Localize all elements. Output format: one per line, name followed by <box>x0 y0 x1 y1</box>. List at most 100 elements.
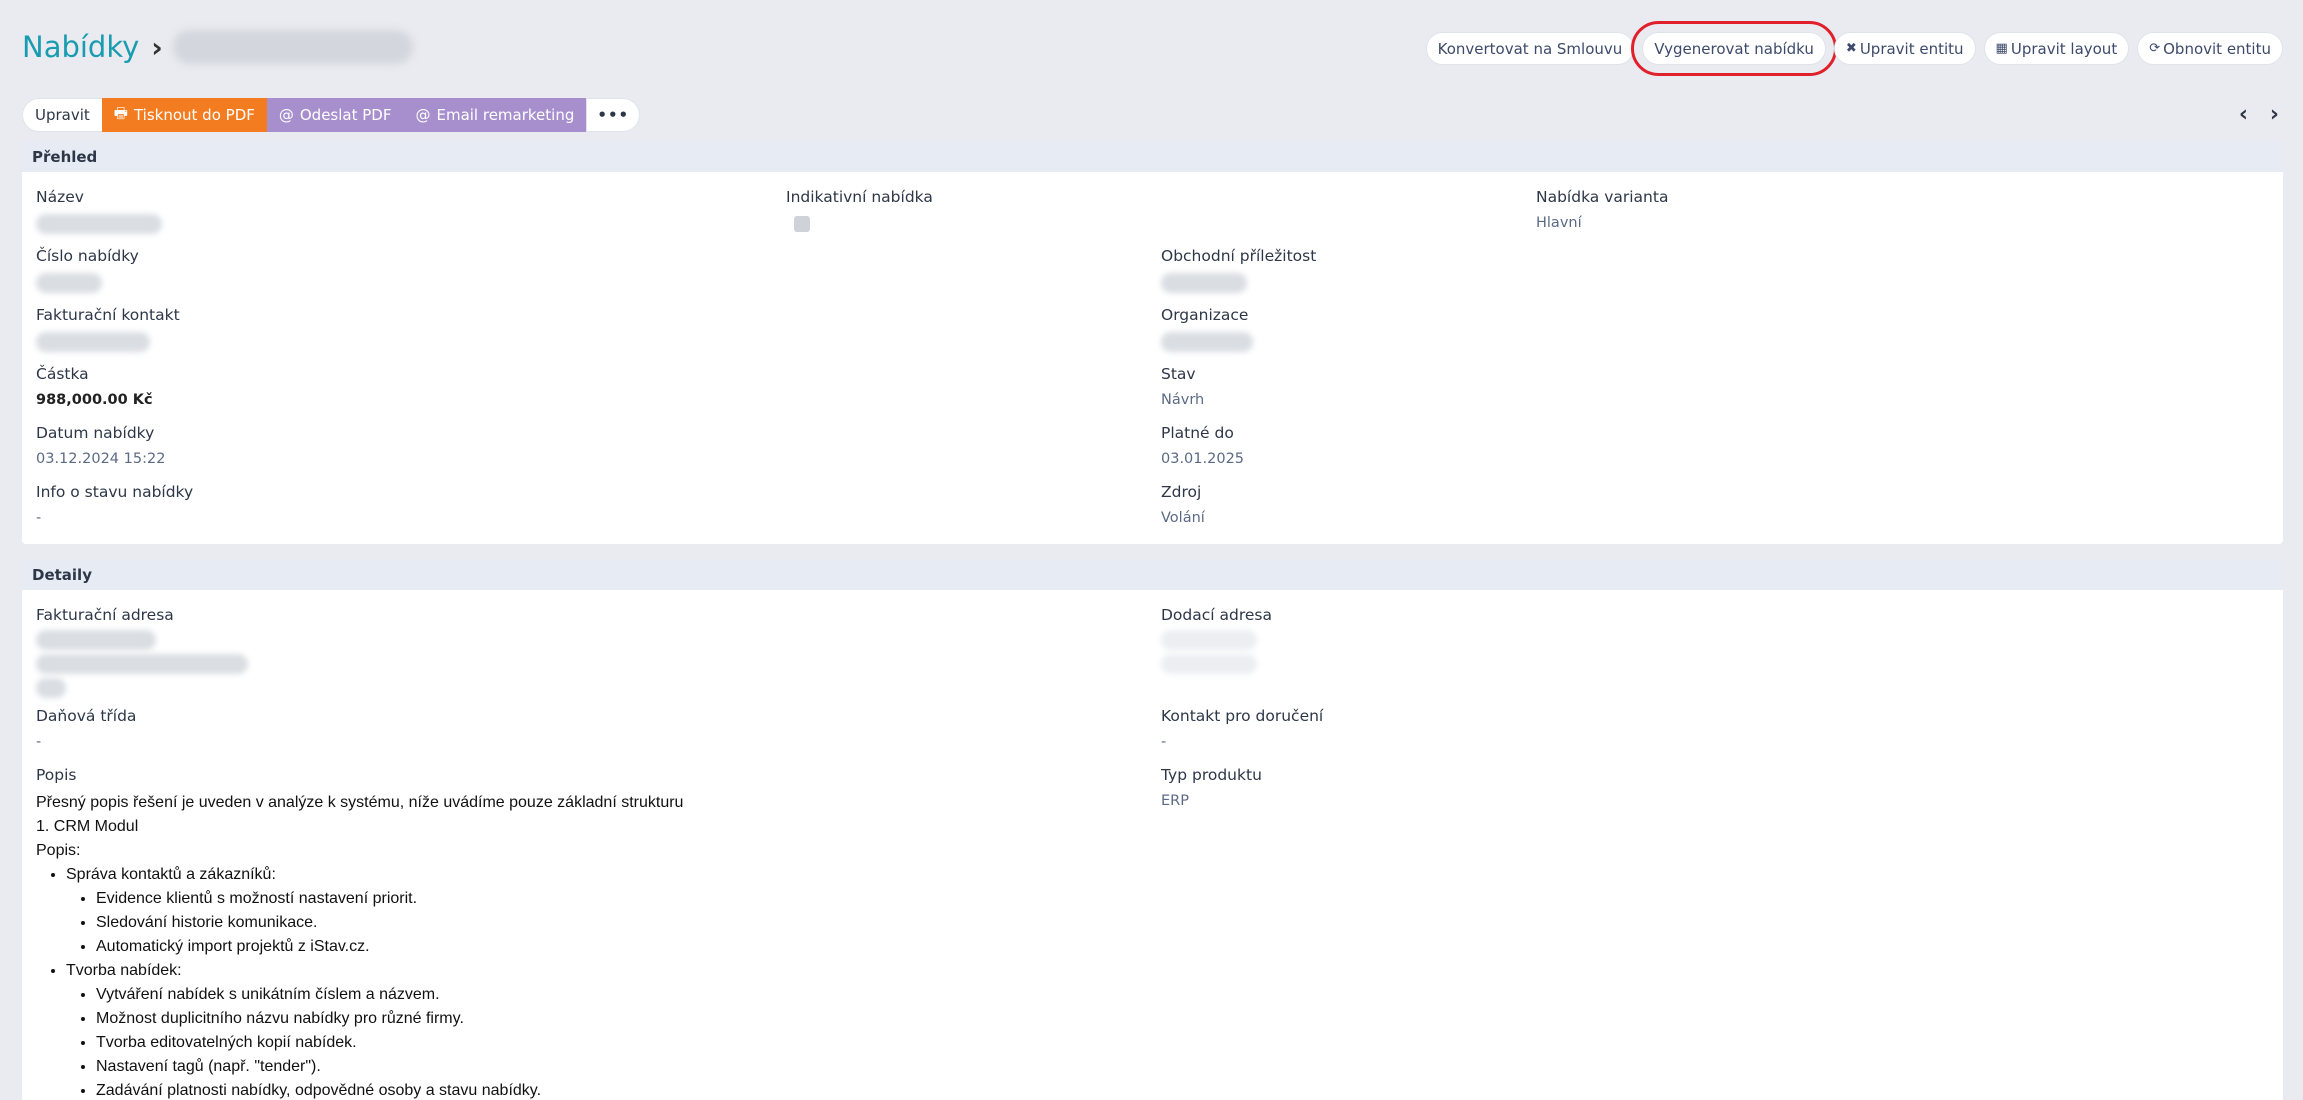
redacted-value <box>36 273 102 293</box>
next-record-button[interactable]: › <box>2270 102 2279 127</box>
list-item: Nastavení tagů (např. "tender"). <box>96 1055 683 1079</box>
record-toolbar: Upravit 🖶 Tisknout do PDF @ Odeslat PDF … <box>22 98 641 132</box>
field-label: Fakturační kontakt <box>36 306 180 324</box>
description-heading: Popis: <box>36 842 81 859</box>
field-value: 03.01.2025 <box>1161 451 1245 467</box>
field-cislo: Číslo nabídky <box>36 247 139 293</box>
description-sections: Správa kontaktů a zákazníků: Evidence kl… <box>36 863 683 1100</box>
breadcrumb-record-name-redacted <box>172 30 413 64</box>
field-value: ERP <box>1161 793 1189 809</box>
convert-to-contract-button[interactable]: Konvertovat na Smlouvu <box>1425 32 1635 65</box>
field-label: Organizace <box>1161 306 1249 324</box>
breadcrumb-root-link[interactable]: Nabídky <box>22 30 139 64</box>
redacted-value <box>1161 630 1257 650</box>
email-remarketing-label: Email remarketing <box>436 106 575 124</box>
list-item: Automatický import projektů z iStav.cz. <box>96 935 683 959</box>
email-remarketing-button[interactable]: @ Email remarketing <box>403 98 587 132</box>
list-item: Tvorba nabídek: Vytváření nabídek s unik… <box>66 959 683 1100</box>
field-label: Fakturační adresa <box>36 606 174 624</box>
field-label: Dodací adresa <box>1161 606 1272 624</box>
field-value: Hlavní <box>1536 215 1582 231</box>
header-actions: Konvertovat na Smlouvu Vygenerovat nabíd… <box>1425 21 2283 76</box>
field-varianta: Nabídka varianta Hlavní <box>1536 188 1668 231</box>
redacted-value <box>36 630 156 650</box>
list-item: Správa kontaktů a zákazníků: Evidence kl… <box>66 863 683 959</box>
section-title: Tvorba nabídek: <box>66 962 182 979</box>
field-value: 03.12.2024 15:22 <box>36 451 166 467</box>
field-fakturacni-kontakt: Fakturační kontakt <box>36 306 180 352</box>
send-pdf-label: Odeslat PDF <box>299 106 392 124</box>
edit-entity-label: Upravit entitu <box>1859 39 1964 58</box>
wrench-icon: ✖ <box>1845 41 1857 56</box>
indicative-checkbox[interactable] <box>794 216 810 232</box>
field-value: - <box>36 510 42 526</box>
list-item: Možnost duplicitního názvu nabídky pro r… <box>96 1007 683 1031</box>
previous-record-button[interactable]: ‹ <box>2239 102 2248 127</box>
description-module: 1. CRM Modul <box>36 818 139 835</box>
field-popis: Popis <box>36 766 77 784</box>
field-datum: Datum nabídky 03.12.2024 15:22 <box>36 424 165 467</box>
redacted-value <box>36 214 162 234</box>
field-label: Obchodní příležitost <box>1161 247 1317 265</box>
field-info: Info o stavu nabídky - <box>36 483 193 526</box>
field-label: Popis <box>36 766 77 784</box>
field-indikativni: Indikativní nabídka <box>786 188 933 232</box>
edit-layout-button[interactable]: ▦ Upravit layout <box>1983 32 2130 65</box>
field-label: Datum nabídky <box>36 424 155 442</box>
field-label: Info o stavu nabídky <box>36 483 194 501</box>
list-item: Sledování historie komunikace. <box>96 911 683 935</box>
field-danova: Daňová třída - <box>36 707 136 750</box>
field-nazev: Název <box>36 188 162 234</box>
description-intro: Přesný popis řešení je uveden v analýze … <box>36 794 684 811</box>
redacted-value <box>1161 273 1247 293</box>
field-label: Stav <box>1161 365 1196 383</box>
field-stav: Stav Návrh <box>1161 365 1204 408</box>
field-label: Indikativní nabídka <box>786 188 933 206</box>
details-title: Detaily <box>22 560 2283 590</box>
field-fakturacni-adresa: Fakturační adresa <box>36 606 248 698</box>
edit-entity-button[interactable]: ✖ Upravit entitu <box>1833 32 1976 65</box>
list-item: Tvorba editovatelných kopií nabídek. <box>96 1031 683 1055</box>
top-bar: Nabídky › Konvertovat na Smlouvu Vygener… <box>22 21 2283 76</box>
field-label: Platné do <box>1161 424 1234 442</box>
field-label: Částka <box>36 365 89 383</box>
details-panel: Detaily Fakturační adresa Dodací adresa … <box>22 560 2283 1100</box>
at-icon: @ <box>415 106 431 124</box>
field-kontakt: Kontakt pro doručení - <box>1161 707 1323 750</box>
table-icon: ▦ <box>1995 41 2008 56</box>
convert-to-contract-label: Konvertovat na Smlouvu <box>1437 39 1623 58</box>
generate-offer-button[interactable]: Vygenerovat nabídku <box>1631 21 1837 76</box>
field-value: 988,000.00 Kč <box>36 392 153 408</box>
overview-panel: Přehled Název Indikativní nabídka Nabídk… <box>22 142 2283 544</box>
field-label: Nabídka varianta <box>1536 188 1669 206</box>
more-actions-button[interactable]: ••• <box>586 98 641 132</box>
breadcrumb: Nabídky › <box>22 24 413 70</box>
field-label: Daňová třída <box>36 707 137 725</box>
edit-layout-label: Upravit layout <box>2010 39 2118 58</box>
field-typ: Typ produktu ERP <box>1161 766 1262 809</box>
field-organizace: Organizace <box>1161 306 1253 352</box>
at-icon: @ <box>278 106 294 124</box>
field-platne: Platné do 03.01.2025 <box>1161 424 1244 467</box>
field-label: Typ produktu <box>1161 766 1262 784</box>
redacted-value <box>36 332 150 352</box>
refresh-entity-button[interactable]: ⟳ Obnovit entitu <box>2137 32 2283 65</box>
field-label: Zdroj <box>1161 483 1202 501</box>
list-item: Vytváření nabídek s unikátním číslem a n… <box>96 983 683 1007</box>
list-item: Evidence klientů s možností nastavení pr… <box>96 887 683 911</box>
redacted-value <box>36 654 248 674</box>
field-dodaci-adresa: Dodací adresa <box>1161 606 1272 674</box>
breadcrumb-separator: › <box>151 30 163 64</box>
print-pdf-button[interactable]: 🖶 Tisknout do PDF <box>101 98 267 132</box>
description-body: Přesný popis řešení je uveden v analýze … <box>36 791 683 1100</box>
print-pdf-label: Tisknout do PDF <box>133 106 255 124</box>
overview-title: Přehled <box>22 142 2283 172</box>
redacted-value <box>1161 654 1257 674</box>
send-pdf-button[interactable]: @ Odeslat PDF <box>266 98 404 132</box>
redacted-value <box>36 678 66 698</box>
field-castka: Částka 988,000.00 Kč <box>36 365 153 408</box>
field-value: - <box>1161 734 1167 750</box>
printer-icon: 🖶 <box>113 103 128 122</box>
edit-button[interactable]: Upravit <box>22 98 102 132</box>
field-label: Kontakt pro doručení <box>1161 707 1324 725</box>
